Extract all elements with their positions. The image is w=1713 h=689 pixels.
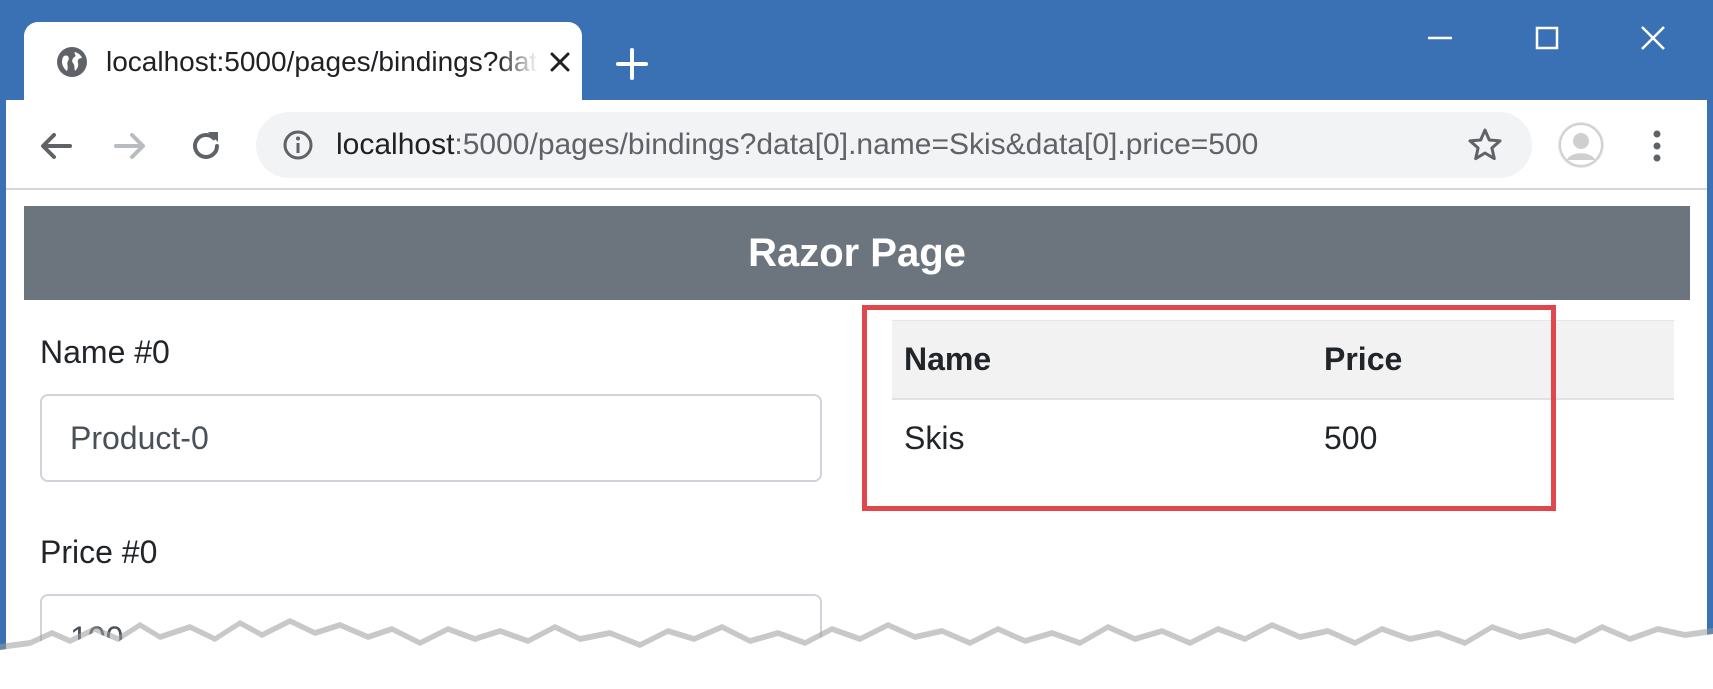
address-bar[interactable]: localhost:5000/pages/bindings?data[0].na… xyxy=(256,112,1532,178)
name-label: Name #0 xyxy=(40,334,170,370)
browser-tab[interactable]: localhost:5000/pages/bindings?data[0].na… xyxy=(24,22,582,104)
menu-icon[interactable] xyxy=(1642,126,1672,166)
name-input[interactable] xyxy=(40,394,822,482)
maximize-icon[interactable] xyxy=(1527,18,1567,58)
back-icon[interactable] xyxy=(34,124,78,168)
page-title: Razor Page xyxy=(748,230,966,275)
table-header-row: Name Price xyxy=(892,320,1674,400)
reload-icon[interactable] xyxy=(184,124,228,168)
close-window-icon[interactable] xyxy=(1633,18,1673,58)
globe-icon xyxy=(57,47,87,77)
column-header-name: Name xyxy=(892,320,1312,400)
table-row: Skis 500 xyxy=(892,399,1674,477)
column-header-price: Price xyxy=(1312,320,1674,400)
url-path: :5000/pages/bindings?data[0].name=Skis&d… xyxy=(454,128,1259,161)
star-icon[interactable] xyxy=(1466,126,1504,164)
cell-price: 500 xyxy=(1324,419,1378,456)
results-table-container: Name Price Skis 500 xyxy=(892,320,1674,477)
info-icon[interactable] xyxy=(282,129,314,161)
window-border-left xyxy=(0,0,6,689)
url-text[interactable]: localhost:5000/pages/bindings?data[0].na… xyxy=(336,126,1258,164)
products-table: Name Price Skis 500 xyxy=(892,320,1674,477)
minimize-icon[interactable] xyxy=(1420,18,1460,58)
profile-avatar[interactable] xyxy=(1558,122,1604,168)
torn-edge-decoration xyxy=(0,618,1713,689)
new-tab-icon[interactable] xyxy=(612,44,652,84)
browser-toolbar: localhost:5000/pages/bindings?data[0].na… xyxy=(0,100,1713,190)
window-border-right xyxy=(1707,0,1713,689)
tab-title: localhost:5000/pages/bindings?data[0].na… xyxy=(106,44,538,80)
page-header: Razor Page xyxy=(24,206,1690,300)
url-host: localhost xyxy=(336,128,455,161)
close-tab-icon[interactable] xyxy=(546,48,574,76)
forward-icon[interactable] xyxy=(108,124,152,168)
browser-titlebar: localhost:5000/pages/bindings?data[0].na… xyxy=(0,0,1713,104)
profile-icon xyxy=(1559,123,1603,167)
cell-name: Skis xyxy=(904,419,965,456)
price-label: Price #0 xyxy=(40,534,158,570)
